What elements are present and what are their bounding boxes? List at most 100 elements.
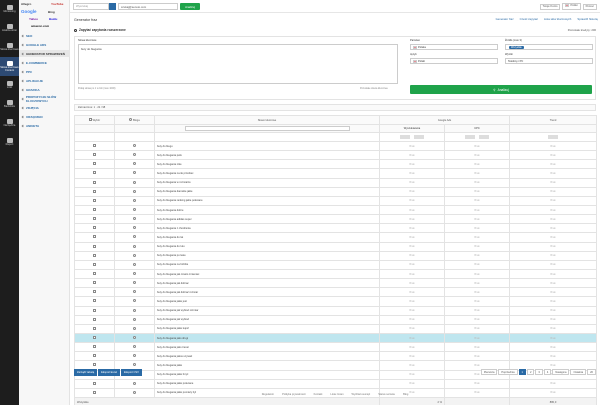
source-select[interactable]: Wszystkie xyxy=(505,44,593,50)
table-row[interactable]: buty do biegania pefe Brak Brak Brak xyxy=(74,150,598,161)
row-radio[interactable] xyxy=(133,281,136,285)
logo-allegro[interactable]: Allegro xyxy=(21,2,31,6)
row-checkbox[interactable] xyxy=(93,336,96,340)
rail-item[interactable]: Słowa kluczowe Content xyxy=(0,57,19,76)
footer-link[interactable]: Polityka prywatności xyxy=(282,393,306,396)
footer-link[interactable]: Wydział usunięć xyxy=(352,393,371,396)
row-checkbox[interactable] xyxy=(93,144,96,148)
link-keyword-list[interactable]: Lista słów kluczowych xyxy=(544,17,571,21)
sidebar-item[interactable]: SEO xyxy=(19,32,70,39)
row-radio[interactable] xyxy=(133,345,136,349)
row-checkbox[interactable] xyxy=(93,345,96,349)
row-radio[interactable] xyxy=(133,235,136,239)
row-radio[interactable] xyxy=(133,171,136,175)
row-checkbox[interactable] xyxy=(93,317,96,321)
logo-yahoo[interactable]: Yahoo xyxy=(29,17,38,21)
footer-link[interactable]: Blog xyxy=(403,393,408,396)
logo-youtube[interactable]: YouTube xyxy=(51,2,63,6)
source-tag[interactable]: Wszystkie xyxy=(509,45,524,49)
table-row[interactable]: buty do biegania jako trener Brak Brak Brak xyxy=(74,342,598,353)
row-radio[interactable] xyxy=(133,217,136,221)
page-2[interactable]: 2 xyxy=(526,369,535,375)
row-checkbox[interactable] xyxy=(93,162,96,166)
row-radio[interactable] xyxy=(133,317,136,321)
account-dropdown[interactable]: Twoje Konto xyxy=(539,3,561,10)
row-radio[interactable] xyxy=(133,290,136,294)
table-row[interactable]: buty do biegania jako drugi Brak Brak Brak xyxy=(74,332,598,344)
sidebar-item[interactable]: GENERATOR SPRAWDZEŃ xyxy=(19,50,70,57)
row-checkbox[interactable] xyxy=(93,281,96,285)
table-row[interactable]: buty do biegania adidas super Brak Brak Bra… xyxy=(74,214,598,225)
row-checkbox[interactable] xyxy=(93,226,96,230)
volume-max[interactable] xyxy=(414,134,425,139)
row-checkbox[interactable] xyxy=(93,381,96,385)
row-checkbox[interactable] xyxy=(93,354,96,358)
row-radio[interactable] xyxy=(133,299,136,303)
row-checkbox[interactable] xyxy=(93,290,96,294)
row-checkbox[interactable] xyxy=(93,153,96,157)
url-input[interactable]: szukaj@senuto.com xyxy=(118,3,178,10)
row-checkbox[interactable] xyxy=(93,217,96,221)
row-radio[interactable] xyxy=(133,326,136,330)
link-queries[interactable]: Cześć zapytań xyxy=(520,17,538,21)
top-search-input[interactable]: Wyszukaj xyxy=(73,3,109,10)
volume-min[interactable] xyxy=(400,134,411,139)
footer-link[interactable]: Kontakt xyxy=(314,393,323,396)
col-blog[interactable]: Bloga xyxy=(114,115,155,125)
row-checkbox[interactable] xyxy=(93,244,96,248)
row-radio[interactable] xyxy=(133,363,136,367)
page-prev[interactable]: Poprzednia xyxy=(498,369,518,375)
help-dropdown[interactable]: Pomoc xyxy=(582,3,597,10)
cpc-min[interactable] xyxy=(465,134,476,139)
link-history[interactable]: Sprawdź historię xyxy=(577,17,598,21)
device-select[interactable]: Telefony i PC xyxy=(505,58,593,64)
page-last[interactable]: Ostatnia xyxy=(570,369,587,375)
table-row[interactable]: buty do biegania jakie polecane Brak Brak B… xyxy=(74,378,598,389)
page-4[interactable]: 4 xyxy=(543,369,552,375)
table-row[interactable]: buty do biegania dobre Brak Brak Brak xyxy=(74,204,598,216)
row-checkbox[interactable] xyxy=(93,299,96,303)
rail-item[interactable]: Słowa kluczowe xyxy=(0,38,19,57)
cpc-max[interactable] xyxy=(479,134,490,139)
rail-item[interactable]: Monitoring xyxy=(0,0,19,19)
page-3[interactable]: 3 xyxy=(535,369,543,375)
footer-link[interactable]: Status serwisu xyxy=(378,393,395,396)
sidebar-item[interactable]: GOOGLE ADS xyxy=(19,41,70,48)
table-row[interactable]: buty do biegania do lutu Brak Brak Brak xyxy=(74,241,598,252)
table-row[interactable]: buty do biegania jak wybrać rozmiar Brak B… xyxy=(74,305,598,316)
logo-google[interactable]: Google xyxy=(21,9,37,14)
table-row[interactable]: buty do biegania ranking jakie polecane B… xyxy=(74,195,598,206)
col-select[interactable]: Wybór xyxy=(74,115,115,125)
export-csv-button[interactable]: Eksport CSV xyxy=(121,369,142,376)
row-radio[interactable] xyxy=(133,262,136,266)
page-size-select[interactable]: 20 xyxy=(587,369,596,375)
logo-amazon[interactable]: amazon.com xyxy=(31,24,49,28)
table-row[interactable]: buty do biegania na ile przebiec Brak Brak… xyxy=(74,168,598,179)
language-dropdown[interactable]: Polski xyxy=(562,3,581,10)
link-generator[interactable]: Generator fraz xyxy=(496,17,514,21)
row-radio[interactable] xyxy=(133,208,136,212)
row-radio[interactable] xyxy=(133,189,136,193)
rail-item[interactable]: Analiza stron xyxy=(0,19,19,38)
row-radio[interactable] xyxy=(133,198,136,202)
search-icon[interactable] xyxy=(109,3,116,10)
table-row[interactable]: buty do biegania w rozmiarze Brak Brak Brak xyxy=(74,177,598,188)
row-checkbox[interactable] xyxy=(93,235,96,239)
row-checkbox[interactable] xyxy=(93,189,96,193)
rail-item[interactable]: Backlinks xyxy=(0,95,19,114)
table-row[interactable]: buty do biegania jakie kupić Brak Brak Brak xyxy=(74,323,598,334)
col-cpc[interactable]: CPC xyxy=(444,124,511,133)
row-checkbox[interactable] xyxy=(93,180,96,184)
select-all-checkbox[interactable] xyxy=(88,118,92,121)
table-row[interactable]: buty do biegania po lesie Brak Brak Brak xyxy=(74,250,598,261)
sidebar-item[interactable]: ZDJĘCIA xyxy=(19,104,70,111)
table-row[interactable]: buty do biegania jak wybrać Brak Brak Brak xyxy=(74,314,598,325)
row-radio[interactable] xyxy=(133,244,136,248)
row-radio[interactable] xyxy=(133,180,136,184)
row-checkbox[interactable] xyxy=(93,253,96,257)
row-radio[interactable] xyxy=(133,253,136,257)
sidebar-item[interactable]: PROPOZYCJE SŁÓW KLUCZOWYCH xyxy=(19,95,70,103)
table-row[interactable]: buty do biegania jakos uzywać Brak Brak Bra… xyxy=(74,351,598,362)
export-excel-button[interactable]: Eksport Excel xyxy=(98,369,121,376)
row-radio[interactable] xyxy=(133,162,136,166)
